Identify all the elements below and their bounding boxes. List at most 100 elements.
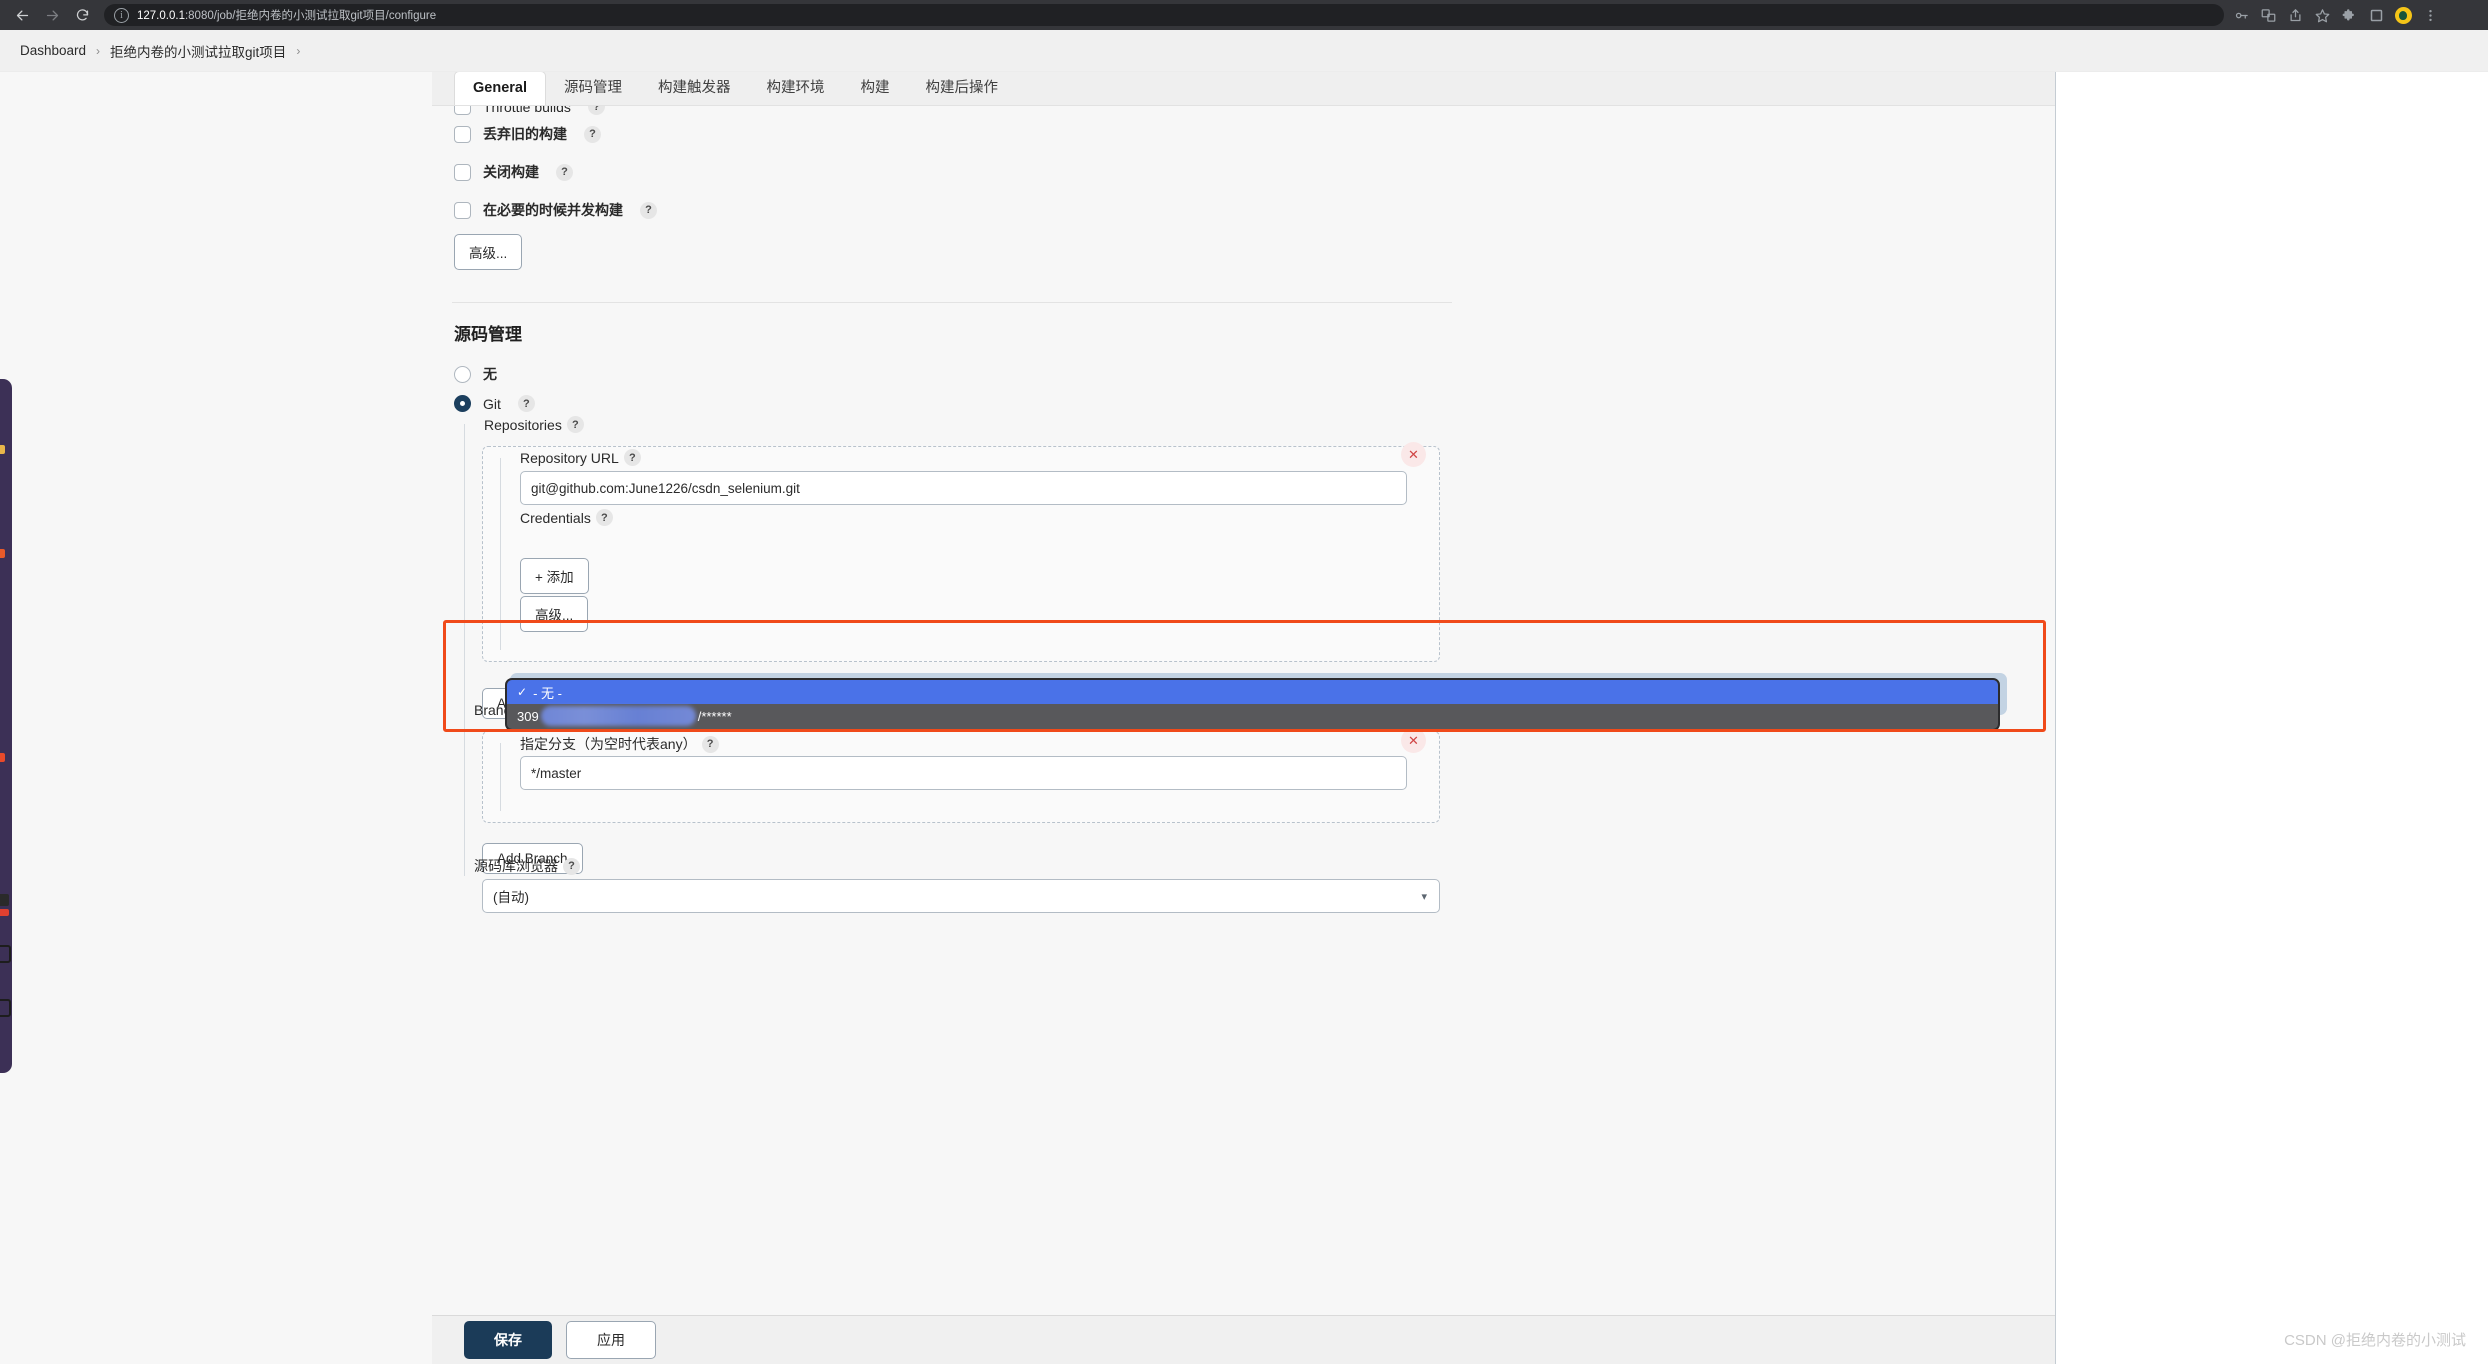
chevron-down-icon: ▾ <box>1421 890 1427 903</box>
help-icon-throttle-builds[interactable]: ? <box>587 106 605 115</box>
radio-scm-git[interactable] <box>454 395 471 412</box>
delete-branch-button[interactable]: ✕ <box>1401 728 1426 753</box>
share-icon[interactable] <box>2282 2 2308 28</box>
checkbox-row-disable-build[interactable]: 关闭构建 ? <box>454 162 573 182</box>
dropdown-option-credential-label: 309 <box>517 708 539 724</box>
delete-repository-button[interactable]: ✕ <box>1401 442 1426 467</box>
help-icon-branch-spec[interactable]: ? <box>701 735 719 753</box>
side-panel-icon[interactable] <box>2363 2 2389 28</box>
credentials-label: Credentials ? <box>520 509 613 526</box>
help-icon-credentials[interactable]: ? <box>595 509 613 526</box>
back-arrow-icon[interactable] <box>8 2 36 28</box>
extensions-puzzle-icon[interactable] <box>2336 2 2362 28</box>
repository-indent-line <box>500 458 501 650</box>
dock-item-5-icon[interactable] <box>0 909 9 916</box>
address-bar[interactable]: i 127.0.0.1:8080/job/拒绝内卷的小测试拉取git项目/con… <box>104 4 2224 26</box>
checkbox-concurrent-build[interactable] <box>454 201 471 219</box>
tab-general[interactable]: General <box>454 72 546 105</box>
radio-label-scm-none: 无 <box>483 366 497 382</box>
breadcrumb-item-job[interactable]: 拒绝内卷的小测试拉取git项目 <box>102 41 294 61</box>
browser-toolbar: i 127.0.0.1:8080/job/拒绝内卷的小测试拉取git项目/con… <box>0 0 2488 30</box>
checkbox-discard-old-builds[interactable] <box>454 125 471 143</box>
repository-url-label: Repository URL ? <box>520 449 641 466</box>
forward-arrow-icon[interactable] <box>38 2 66 28</box>
breadcrumb-separator: › <box>96 43 101 58</box>
form-action-bar: 保存 应用 <box>432 1315 2055 1364</box>
breadcrumb: Dashboard › 拒绝内卷的小测试拉取git项目 › <box>0 30 2488 72</box>
git-advanced-button[interactable]: 高级... <box>520 596 589 632</box>
checkbox-label-disable-build: 关闭构建 <box>483 164 539 180</box>
profile-avatar-icon[interactable] <box>2390 2 2416 28</box>
add-credentials-button[interactable]: + 添加 <box>520 558 589 594</box>
general-advanced-button[interactable]: 高级... <box>454 234 523 270</box>
radio-row-scm-git[interactable]: Git ? <box>454 395 535 412</box>
help-icon-repo-browser[interactable]: ? <box>563 857 580 875</box>
dock-item-7-icon[interactable] <box>0 999 11 1017</box>
right-panel <box>2055 72 2488 1364</box>
url-text: 127.0.0.1:8080/job/拒绝内卷的小测试拉取git项目/confi… <box>137 7 436 23</box>
dropdown-option-credential-suffix: /****** <box>697 708 732 724</box>
bookmark-star-icon[interactable] <box>2309 2 2335 28</box>
radio-row-scm-none[interactable]: 无 <box>454 364 497 384</box>
breadcrumb-item-dashboard[interactable]: Dashboard <box>12 43 94 58</box>
checkbox-label-discard-old-builds: 丢弃旧的构建 <box>483 126 567 142</box>
dock-item-4-icon[interactable] <box>0 894 9 906</box>
repositories-label: Repositories ? <box>484 416 584 433</box>
translate-icon[interactable] <box>2255 2 2281 28</box>
checkbox-disable-build[interactable] <box>454 163 471 181</box>
left-floating-dock[interactable] <box>0 379 12 1073</box>
help-icon-repositories[interactable]: ? <box>566 416 584 433</box>
tab-post-build[interactable]: 构建后操作 <box>908 72 1017 105</box>
breadcrumb-separator-2: › <box>296 43 301 58</box>
save-button[interactable]: 保存 <box>464 1321 552 1359</box>
branch-spec-input[interactable]: */master <box>520 756 1407 790</box>
checkbox-row-discard-old-builds[interactable]: 丢弃旧的构建 ? <box>454 124 601 144</box>
branch-spec-label: 指定分支（为空时代表any） ? <box>520 734 719 754</box>
dock-item-3-icon[interactable] <box>0 753 5 762</box>
checkbox-throttle-builds[interactable] <box>454 106 471 115</box>
credentials-dropdown-popup[interactable]: ✓ - 无 - 309 /****** <box>505 678 2000 731</box>
help-icon-concurrent-build[interactable]: ? <box>640 201 657 219</box>
navigation-buttons <box>0 2 96 28</box>
help-icon-disable-build[interactable]: ? <box>556 163 573 181</box>
branch-indent-line <box>500 743 501 811</box>
dock-item-6-icon[interactable] <box>0 945 11 963</box>
redacted-credential-blur <box>540 706 696 726</box>
checkbox-row-throttle-builds-clipped[interactable]: Throttle builds ? <box>454 106 1054 118</box>
checkbox-row-concurrent-build[interactable]: 在必要的时候并发构建 ? <box>454 200 657 220</box>
tab-build-environment[interactable]: 构建环境 <box>749 72 843 105</box>
section-divider <box>452 302 1452 303</box>
apply-button[interactable]: 应用 <box>566 1321 656 1359</box>
checkbox-label-throttle-builds: Throttle builds <box>483 106 571 115</box>
reload-icon[interactable] <box>68 2 96 28</box>
chrome-menu-icon[interactable] <box>2417 2 2443 28</box>
repo-browser-label: 源码库浏览器 ? <box>474 856 580 876</box>
repo-browser-value: (自动) <box>493 890 529 905</box>
checkmark-icon: ✓ <box>517 685 528 699</box>
config-tabs: General 源码管理 构建触发器 构建环境 构建 构建后操作 <box>432 72 2055 105</box>
key-icon[interactable] <box>2228 2 2254 28</box>
dropdown-option-none[interactable]: ✓ - 无 - <box>507 680 1998 704</box>
tab-scm[interactable]: 源码管理 <box>546 72 640 105</box>
help-icon-discard-old-builds[interactable]: ? <box>584 125 601 143</box>
help-icon-scm-git[interactable]: ? <box>517 395 535 412</box>
checkbox-label-concurrent-build: 在必要的时候并发构建 <box>483 202 623 218</box>
browser-action-icons <box>2228 2 2443 28</box>
repository-url-input[interactable]: git@github.com:June1226/csdn_selenium.gi… <box>520 471 1407 505</box>
tab-build-triggers[interactable]: 构建触发器 <box>640 72 749 105</box>
dropdown-option-credential[interactable]: 309 /****** <box>507 704 1998 728</box>
help-icon-repository-url[interactable]: ? <box>623 449 641 466</box>
url-path: :8080/job/拒绝内卷的小测试拉取git项目/configure <box>184 10 437 22</box>
dock-item-1-icon[interactable] <box>0 445 5 454</box>
radio-scm-none[interactable] <box>454 365 471 383</box>
git-block-indent-line <box>464 424 465 876</box>
radio-label-scm-git: Git <box>483 395 501 412</box>
url-host: 127.0.0.1 <box>137 10 185 22</box>
watermark: CSDN @拒绝内卷的小测试 <box>2284 1332 2466 1349</box>
tab-build[interactable]: 构建 <box>843 72 908 105</box>
repo-browser-select[interactable]: (自动) ▾ <box>482 879 1440 913</box>
site-info-icon[interactable]: i <box>114 7 129 23</box>
dock-item-2-icon[interactable] <box>0 549 5 558</box>
scm-section-title: 源码管理 <box>454 325 522 344</box>
left-rail <box>0 72 432 1364</box>
